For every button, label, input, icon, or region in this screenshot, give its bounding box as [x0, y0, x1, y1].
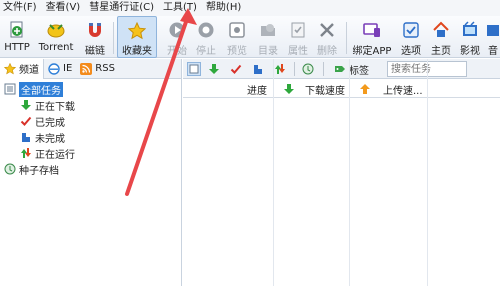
stop-icon [196, 20, 216, 40]
delete-button[interactable]: 删除 [314, 16, 340, 58]
toolbar-separator [113, 22, 114, 54]
task-list-panel: 标签 进度 下载速度 上传速... [183, 59, 500, 286]
add-http-icon [7, 20, 27, 40]
toolbar-separator [294, 62, 295, 76]
column-download-speed[interactable]: 下载速度 [305, 80, 345, 98]
left-panel: 频道 IE RSS 全部任务 正在下载 已完成 未完成 正在运行 种子存档 [0, 58, 182, 286]
tree-item-downloading[interactable]: 正在下载 [0, 97, 181, 113]
download-arrow-icon [20, 99, 32, 111]
completed-filter-icon[interactable] [229, 62, 243, 76]
torrent-icon [46, 20, 66, 40]
music-icon [486, 20, 500, 40]
upload-speed-icon [359, 80, 371, 98]
column-divider [427, 59, 428, 286]
preview-button[interactable]: 预览 [224, 16, 250, 58]
downloading-filter-icon[interactable] [207, 62, 221, 76]
magnet-icon [85, 20, 105, 40]
download-speed-icon [283, 80, 295, 98]
running-filter-icon[interactable] [273, 62, 287, 76]
tree-item-all-tasks[interactable]: 全部任务 [0, 81, 181, 97]
home-button[interactable]: 主页 [428, 16, 454, 58]
preview-icon [227, 20, 247, 40]
properties-icon [288, 20, 308, 40]
tab-rss[interactable]: RSS [76, 59, 119, 79]
column-divider [273, 59, 274, 286]
delete-icon [317, 20, 337, 40]
running-icon [20, 147, 32, 159]
tab-channel[interactable]: 频道 [0, 58, 44, 79]
incomplete-filter-icon[interactable] [251, 62, 265, 76]
tree-item-incomplete[interactable]: 未完成 [0, 129, 181, 145]
toolbar-separator [346, 22, 347, 54]
star-icon [4, 62, 16, 75]
bind-app-button[interactable]: 绑定APP [350, 16, 394, 58]
properties-button[interactable]: 属性 [285, 16, 311, 58]
menu-tools[interactable]: 工具(T) [159, 0, 202, 16]
play-icon [167, 20, 187, 40]
column-divider [349, 59, 350, 286]
check-icon [20, 115, 32, 127]
tasks-icon [4, 83, 16, 95]
ie-icon [48, 62, 60, 75]
tag-label[interactable]: 标签 [349, 62, 369, 77]
http-button[interactable]: HTTP [2, 16, 32, 58]
music-button[interactable]: 音 [486, 16, 500, 58]
favorites-button[interactable]: 收藏夹 [117, 16, 157, 58]
column-progress[interactable]: 进度 [247, 80, 267, 98]
column-upload-speed[interactable]: 上传速... [383, 80, 423, 98]
video-button[interactable]: 影视 [457, 16, 483, 58]
bind-app-icon [362, 20, 382, 40]
all-tasks-filter-icon[interactable] [187, 62, 201, 76]
stop-button[interactable]: 停止 [194, 16, 218, 58]
archive-filter-icon[interactable] [301, 62, 315, 76]
incomplete-icon [20, 131, 32, 143]
toolbar-separator [323, 62, 324, 76]
tree-item-running[interactable]: 正在运行 [0, 145, 181, 161]
menu-view[interactable]: 查看(V) [42, 0, 86, 16]
menu-passport[interactable]: 彗星通行证(C) [85, 0, 159, 16]
menu-file[interactable]: 文件(F) [0, 0, 42, 16]
tree-item-torrent-archive[interactable]: 种子存档 [0, 161, 181, 177]
tag-icon[interactable] [333, 62, 347, 76]
main-toolbar: HTTP Torrent 磁链 收藏夹 开始 停止 预览 目录 属性 删除 绑定… [0, 16, 500, 58]
task-toolbar: 标签 [183, 59, 500, 79]
task-tree: 全部任务 正在下载 已完成 未完成 正在运行 种子存档 [0, 79, 181, 177]
left-tabs: 频道 IE RSS [0, 58, 181, 79]
options-icon [401, 20, 421, 40]
archive-icon [4, 163, 16, 175]
tab-ie[interactable]: IE [44, 59, 76, 79]
folder-icon [258, 20, 278, 40]
options-button[interactable]: 选项 [398, 16, 424, 58]
star-icon [127, 21, 147, 40]
menu-help[interactable]: 帮助(H) [202, 0, 246, 16]
folder-button[interactable]: 目录 [255, 16, 281, 58]
torrent-button[interactable]: Torrent [36, 16, 76, 58]
home-icon [431, 20, 451, 40]
rss-icon [80, 62, 93, 75]
menu-bar: 文件(F) 查看(V) 彗星通行证(C) 工具(T) 帮助(H) [0, 0, 500, 16]
column-header: 进度 下载速度 上传速... [183, 80, 500, 98]
tree-item-completed[interactable]: 已完成 [0, 113, 181, 129]
magnet-button[interactable]: 磁链 [82, 16, 108, 58]
video-icon [460, 20, 480, 40]
start-button[interactable]: 开始 [165, 16, 189, 58]
